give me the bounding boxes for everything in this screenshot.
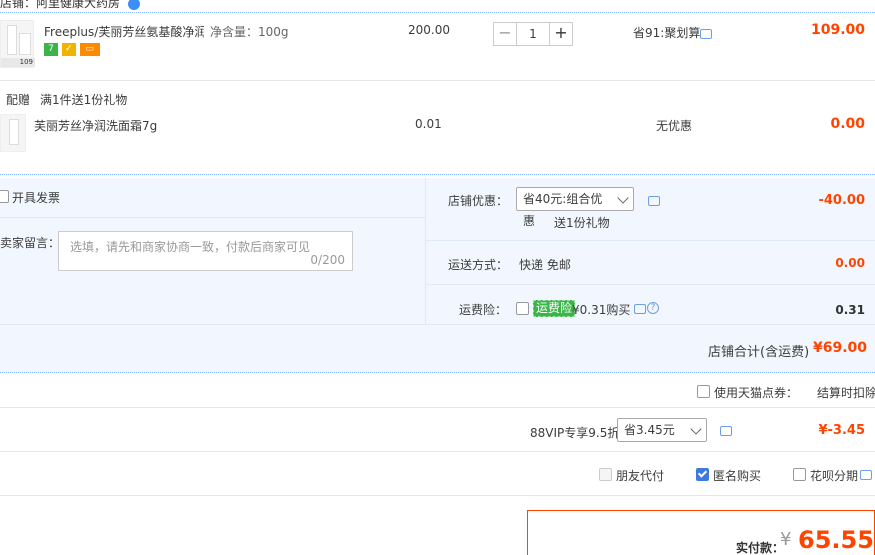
item-title[interactable]: Freeplus/芙丽芳丝氨基酸净润... bbox=[44, 23, 204, 40]
options-row-divider bbox=[0, 324, 875, 325]
huabei-checkbox[interactable] bbox=[793, 468, 806, 481]
vip-select-value: 省3.45元 bbox=[624, 423, 675, 437]
shop-header: 店铺：阿里健康大药房 bbox=[0, 0, 140, 10]
huabei-chat-icon[interactable] bbox=[860, 470, 872, 480]
payment-currency: ¥ bbox=[780, 529, 792, 550]
options-top-divider bbox=[0, 174, 875, 175]
vip-amount: ¥-3.45 bbox=[818, 423, 865, 438]
shop-discount-sub: 送1份礼物 bbox=[554, 216, 610, 230]
gift-subtotal: 0.00 bbox=[830, 116, 865, 132]
insurance-checkbox[interactable] bbox=[516, 302, 529, 315]
shop-discount-select[interactable]: 省40元:组合优惠 bbox=[516, 187, 634, 228]
vip-divider bbox=[0, 451, 875, 452]
quantity-input[interactable]: 1 bbox=[517, 22, 549, 46]
gift-discount: 无优惠 bbox=[656, 119, 693, 133]
discount-chat-icon[interactable] bbox=[648, 196, 660, 206]
payment-summary-box: 实付款： ¥ 65.55 bbox=[527, 510, 875, 555]
shipping-amount: 0.00 bbox=[835, 256, 865, 270]
gift-title[interactable]: 芙丽芳丝净润洗面霜7g bbox=[34, 117, 157, 134]
gift-thumbnail[interactable] bbox=[0, 114, 26, 152]
invoice-checkbox[interactable] bbox=[0, 190, 9, 203]
vip-label: 88VIP专享9.5折 bbox=[530, 426, 620, 440]
quantity-stepper: − 1 + bbox=[493, 22, 573, 46]
quantity-increase-button[interactable]: + bbox=[549, 22, 573, 46]
options-divider bbox=[0, 495, 875, 496]
item-spec: 净含量：100g bbox=[210, 25, 289, 39]
guarantee-icon: ✓ bbox=[61, 43, 76, 56]
message-placeholder: 选填，请先和商家协商一致，付款后商家可见 bbox=[70, 240, 311, 254]
huabei-label: 花呗分期 bbox=[810, 469, 859, 483]
shipping-label: 运送方式： bbox=[448, 258, 509, 272]
thumb-price-label: 109 bbox=[1, 58, 35, 67]
anonymous-label: 匿名购买 bbox=[713, 469, 762, 483]
chat-icon[interactable] bbox=[700, 29, 712, 39]
shop-name[interactable]: 店铺：阿里健康大药房 bbox=[0, 0, 120, 10]
shop-total-value: ¥69.00 bbox=[812, 340, 867, 356]
insurance-price: ¥0.31购买 bbox=[572, 303, 631, 317]
payment-label: 实付款： bbox=[736, 541, 785, 555]
total-divider bbox=[0, 372, 875, 373]
invoice-label: 开具发票 bbox=[12, 191, 61, 205]
tmall-points-checkbox[interactable] bbox=[697, 385, 710, 398]
seven-day-return-icon: 7 bbox=[44, 43, 58, 56]
insurance-amount: 0.31 bbox=[835, 303, 865, 317]
shop-badge-icon bbox=[127, 0, 140, 10]
insurance-chat-icon[interactable] bbox=[634, 304, 646, 314]
payment-amount: 65.55 bbox=[798, 526, 874, 554]
item-tags: 7 ✓ ▭ bbox=[44, 40, 100, 56]
item-divider bbox=[0, 80, 875, 81]
shipping-value: 快递 免邮 bbox=[519, 258, 571, 272]
item-saving: 省91:聚划算 bbox=[633, 26, 701, 40]
friend-pay-label: 朋友代付 bbox=[616, 469, 665, 483]
checkmark-icon bbox=[697, 468, 708, 478]
vip-select[interactable]: 省3.45元 bbox=[617, 418, 707, 442]
item-thumbnail[interactable]: 109 bbox=[0, 20, 35, 68]
insurance-tag: 运费险 bbox=[533, 300, 576, 317]
message-label: 给卖家留言： bbox=[0, 236, 61, 250]
left-row-divider bbox=[0, 217, 425, 218]
message-count: 0/200 bbox=[310, 253, 345, 267]
right-row-divider-1 bbox=[425, 240, 875, 241]
insurance-label: 运费险： bbox=[459, 303, 508, 317]
shop-total-label: 店铺合计(含运费) bbox=[708, 345, 810, 360]
item-subtotal: 109.00 bbox=[810, 22, 865, 38]
message-input[interactable]: 选填，请先和商家协商一致，付款后商家可见 0/200 bbox=[58, 231, 353, 271]
right-row-divider-2 bbox=[425, 284, 875, 285]
points-divider bbox=[0, 407, 875, 408]
options-column-divider bbox=[425, 178, 426, 324]
vip-chat-icon[interactable] bbox=[720, 426, 732, 436]
chevron-down-icon bbox=[690, 423, 702, 435]
quantity-decrease-button[interactable]: − bbox=[493, 22, 517, 46]
tmall-points-label: 使用天猫点券： bbox=[714, 386, 799, 400]
gift-tag: 配赠 bbox=[6, 93, 31, 107]
item-price: 200.00 bbox=[408, 23, 450, 37]
anonymous-checkbox[interactable] bbox=[696, 468, 709, 481]
card-icon: ▭ bbox=[79, 43, 100, 56]
gift-desc: 满1件送1份礼物 bbox=[40, 93, 128, 107]
header-divider bbox=[0, 12, 875, 13]
shop-discount-amount: -40.00 bbox=[818, 193, 865, 208]
friend-pay-checkbox[interactable] bbox=[599, 468, 612, 481]
tmall-points-note: 结算时扣除 bbox=[817, 386, 875, 400]
help-icon[interactable]: ? bbox=[647, 302, 659, 314]
gift-price: 0.01 bbox=[415, 117, 442, 131]
shop-discount-label: 店铺优惠： bbox=[448, 194, 509, 208]
chevron-down-icon bbox=[617, 192, 629, 204]
